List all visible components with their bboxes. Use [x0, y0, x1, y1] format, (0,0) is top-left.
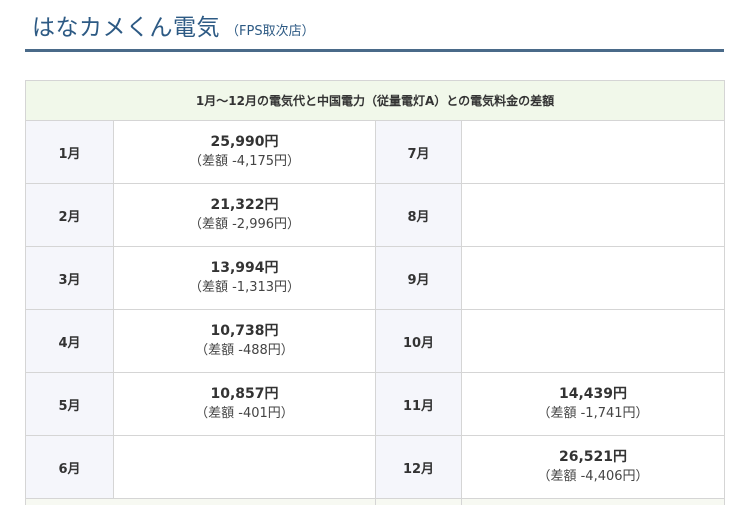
table-row: 3月 13,994円 （差額 -1,313円） 9月	[25, 246, 726, 310]
fee-value-cell	[460, 120, 726, 184]
page-title-text: はなカメくん電気	[32, 15, 220, 41]
fee-difference: （差額 -4,175円）	[188, 154, 301, 169]
fee-amount: 14,439円	[559, 386, 628, 402]
fee-amount: 10,857円	[210, 386, 279, 402]
fee-value-cell	[460, 246, 726, 310]
month-label: 7月	[375, 120, 462, 184]
table-caption: 1月～12月の電気代と中国電力（従量電灯A）との電気料金の差額	[24, 80, 726, 121]
table-row: 2月 21,322円 （差額 -2,996円） 8月	[25, 183, 726, 247]
fee-difference: （差額 -1,313円）	[188, 280, 301, 295]
page: はなカメくん電気 （FPS取次店） 1月～12月の電気代と中国電力（従量電灯A）と…	[0, 0, 736, 505]
fee-difference: （差額 -401円）	[195, 406, 294, 421]
fee-amount: 26,521円	[559, 449, 628, 465]
footer-cell	[25, 498, 376, 505]
month-label: 1月	[25, 120, 114, 184]
page-subtitle: （FPS取次店）	[226, 24, 315, 39]
fee-value-cell: 13,994円 （差額 -1,313円）	[113, 246, 376, 310]
month-label: 3月	[25, 246, 114, 310]
page-title: はなカメくん電気 （FPS取次店）	[32, 8, 315, 42]
fee-amount: 25,990円	[210, 134, 279, 150]
fee-amount: 13,994円	[210, 260, 279, 276]
fee-value-cell	[460, 309, 726, 373]
fee-difference: （差額 -488円）	[195, 343, 294, 358]
month-label: 2月	[25, 183, 114, 247]
footer-cell	[460, 498, 726, 505]
fee-value-cell	[460, 183, 726, 247]
month-label: 10月	[375, 309, 462, 373]
fee-amount: 10,738円	[210, 323, 279, 339]
fee-amount: 21,322円	[210, 197, 279, 213]
month-label: 5月	[25, 372, 114, 436]
month-label: 11月	[375, 372, 462, 436]
table-row: 6月 12月 26,521円 （差額 -4,406円）	[25, 435, 726, 499]
fee-difference: （差額 -4,406円）	[537, 469, 649, 484]
table-footer-row	[25, 498, 726, 505]
table-row: 4月 10,738円 （差額 -488円） 10月	[25, 309, 726, 373]
fee-difference: （差額 -1,741円）	[537, 406, 649, 421]
month-label: 8月	[375, 183, 462, 247]
month-label: 12月	[375, 435, 462, 499]
fee-value-cell: 14,439円 （差額 -1,741円）	[460, 372, 726, 436]
fee-value-cell: 25,990円 （差額 -4,175円）	[113, 120, 376, 184]
page-header: はなカメくん電気 （FPS取次店）	[25, 0, 724, 52]
table-caption-row: 1月～12月の電気代と中国電力（従量電灯A）との電気料金の差額	[24, 80, 726, 121]
electricity-fee-table: 1月～12月の電気代と中国電力（従量電灯A）との電気料金の差額 1月 25,990…	[24, 80, 726, 505]
fee-value-cell: 10,857円 （差額 -401円）	[113, 372, 376, 436]
fee-difference: （差額 -2,996円）	[188, 217, 301, 232]
footer-cell	[375, 498, 462, 505]
fee-value-cell: 26,521円 （差額 -4,406円）	[460, 435, 726, 499]
month-label: 4月	[25, 309, 114, 373]
fee-value-cell: 21,322円 （差額 -2,996円）	[113, 183, 376, 247]
month-label: 9月	[375, 246, 462, 310]
table-row: 1月 25,990円 （差額 -4,175円） 7月	[25, 120, 726, 184]
table-row: 5月 10,857円 （差額 -401円） 11月 14,439円 （差額 -1,741円…	[25, 372, 726, 436]
month-label: 6月	[25, 435, 114, 499]
fee-value-cell: 10,738円 （差額 -488円）	[113, 309, 376, 373]
fee-value-cell	[113, 435, 376, 499]
